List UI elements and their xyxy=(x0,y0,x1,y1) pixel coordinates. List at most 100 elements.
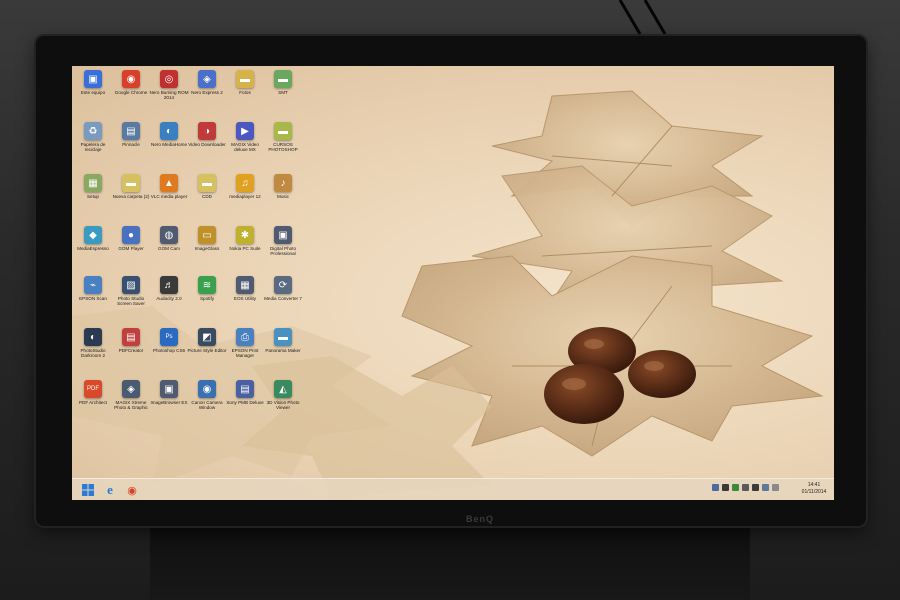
desktop-icon[interactable]: ▶ MAGIX Video deluxe MX xyxy=(224,122,266,152)
pdf-creator-icon: ▤ xyxy=(122,328,140,346)
desktop-icon-label: VLC media player xyxy=(150,194,188,199)
monitor-brand: BenQ xyxy=(466,514,495,524)
desktop-icon[interactable]: ◑ Video Downloader xyxy=(186,122,228,147)
desktop-icon-label: PhotoStudio Darkroom 2 xyxy=(80,348,106,358)
desktop-icon-label: CDD xyxy=(202,194,212,199)
desktop-icon[interactable]: ◉ Google Chrome xyxy=(110,70,152,95)
desktop-icon[interactable]: ▣ ImageBrowser EX xyxy=(148,380,190,405)
desktop-icon[interactable]: ◈ MAGIX Xtreme Photo & Graphic xyxy=(110,380,152,410)
taskbar-clock[interactable]: 14:41 01/11/2014 xyxy=(798,482,830,496)
desktop-icon[interactable]: ◐ Nero MediaHome xyxy=(148,122,190,147)
desktop-icon[interactable]: ▬ Fotos xyxy=(224,70,266,95)
desktop-icon-label: MAGIX Video deluxe MX xyxy=(231,142,259,152)
desktop-icon[interactable]: ▦ Setup xyxy=(72,174,114,199)
desktop-icon[interactable]: ◈ Nero Express 2 xyxy=(186,70,228,95)
desktop-icon-label: Canon Camera Window xyxy=(191,400,223,410)
style-editor-icon: ◩ xyxy=(198,328,216,346)
desktop-icon[interactable]: ▤ Sony PMB Deluxe xyxy=(224,380,266,405)
desktop-icon-label: MAGIX Xtreme Photo & Graphic xyxy=(114,400,148,410)
nero-express-icon: ◈ xyxy=(198,70,216,88)
desktop-icon[interactable]: ▬ SMT xyxy=(262,70,304,95)
desktop-icon-label: Panorama Maker xyxy=(265,348,301,353)
desktop-icon-label: Google Chrome xyxy=(114,90,148,95)
desktop-icon[interactable]: ◭ 3D Vision Photo Viewer xyxy=(262,380,304,410)
tray-icon[interactable] xyxy=(772,484,779,491)
desktop-icon-label: Setup xyxy=(86,194,99,199)
desktop-icon[interactable]: ◩ Picture Style Editor xyxy=(186,328,228,353)
desktop-icon[interactable]: ♻ Papelera de reciclaje xyxy=(72,122,114,152)
tray-icon[interactable] xyxy=(752,484,759,491)
photoshop-icon: Ps xyxy=(160,328,178,346)
desktop-icon[interactable]: ⎙ EPSON Print Manager xyxy=(224,328,266,358)
media-home-icon: ◐ xyxy=(160,122,178,140)
desktop-icon[interactable]: ♪ Music xyxy=(262,174,304,199)
music-icon: ♪ xyxy=(274,174,292,192)
desktop-icon[interactable]: ● GOM Player xyxy=(110,226,152,251)
desktop-icon[interactable]: ◆ MediaEspresso xyxy=(72,226,114,251)
desktop-icon[interactable]: ▬ Panorama Maker xyxy=(262,328,304,353)
folder-icon: ▬ xyxy=(274,122,292,140)
desktop-icon-label: Nero Express 2 xyxy=(191,90,223,95)
desktop-icon-label: ImageGlass xyxy=(194,246,220,251)
taskbar-internet-explorer[interactable]: e xyxy=(102,482,118,498)
desktop-icon[interactable]: ≋ Spotify xyxy=(186,276,228,301)
camera-utility-icon: ▦ xyxy=(236,276,254,294)
desktop-icon-label: Media Converter 7 xyxy=(264,296,302,301)
desktop-icon[interactable]: ♫ mediaplayer 12 xyxy=(224,174,266,199)
desktop-icon-label: EPSON Scan xyxy=(79,296,107,301)
desktop-icon-label: Nero Burning ROM 2014 xyxy=(149,90,189,100)
tray-icon[interactable] xyxy=(722,484,729,491)
folder-icon: ▬ xyxy=(198,174,216,192)
desktop-icon[interactable]: ◉ Canon Camera Window xyxy=(186,380,228,410)
monitor-stand xyxy=(150,526,750,600)
video-downloader-icon: ◑ xyxy=(198,122,216,140)
desktop-icon[interactable]: ▦ EOS Utility xyxy=(224,276,266,301)
start-button[interactable] xyxy=(80,482,96,498)
desktop-icon-label: GOM Cam xyxy=(158,246,180,251)
desktop-icon-label: Music xyxy=(277,194,289,199)
desktop-icon-label: PDFCreator xyxy=(118,348,144,353)
desktop-icon[interactable]: ▤ Pinnacle xyxy=(110,122,152,147)
desktop-icon-label: Sony PMB Deluxe xyxy=(226,400,264,405)
desktop-icon[interactable]: ◐ PhotoStudio Darkroom 2 xyxy=(72,328,114,358)
desktop-icon[interactable]: ▬ CURSOS PHOTOSHOP xyxy=(262,122,304,152)
desktop-icon[interactable]: ▭ ImageGlass xyxy=(186,226,228,251)
desktop-icon-label: EPSON Print Manager xyxy=(231,348,259,358)
pdf-architect-icon: PDF xyxy=(84,380,102,398)
desktop-icon[interactable]: ▬ CDD xyxy=(186,174,228,199)
taskbar: e ◉ 14:41 01/11/2014 xyxy=(72,478,834,500)
desktop-icon-label: Fotos xyxy=(239,90,251,95)
media-converter-icon: ⟳ xyxy=(274,276,292,294)
system-tray xyxy=(712,484,779,491)
image-browser-icon: ▣ xyxy=(160,380,178,398)
tray-icon[interactable] xyxy=(712,484,719,491)
desktop-icon-label: GOM Player xyxy=(118,246,144,251)
desktop-icon[interactable]: ◍ GOM Cam xyxy=(148,226,190,251)
desktop-icon[interactable]: ⟳ Media Converter 7 xyxy=(262,276,304,301)
taskbar-chrome[interactable]: ◉ xyxy=(124,482,140,498)
desktop-icon[interactable]: ⌁ EPSON Scan xyxy=(72,276,114,301)
tray-icon[interactable] xyxy=(732,484,739,491)
desktop-icon[interactable]: ✱ Nokia PC Suite xyxy=(224,226,266,251)
gom-cam-icon: ◍ xyxy=(160,226,178,244)
desktop-icon[interactable]: ▲ VLC media player xyxy=(148,174,190,199)
desktop-icon-label: Video Downloader xyxy=(188,142,226,147)
desktop-icon[interactable]: ▣ Este equipo xyxy=(72,70,114,95)
desktop-icon[interactable]: ▨ Photo Studio Screen Saver xyxy=(110,276,152,306)
desktop-icon[interactable]: ♬ Audacity 2.0 xyxy=(148,276,190,301)
windows-start-icon xyxy=(82,484,94,496)
desktop-icon[interactable]: Ps Photoshop CS6 xyxy=(148,328,190,353)
tray-icon[interactable] xyxy=(762,484,769,491)
desktop-icon[interactable]: ◎ Nero Burning ROM 2014 xyxy=(148,70,190,100)
desktop-icon[interactable]: ▤ PDFCreator xyxy=(110,328,152,353)
desktop-icon[interactable]: ▣ Digital Photo Professional xyxy=(262,226,304,256)
chrome-icon: ◉ xyxy=(127,484,137,497)
panorama-icon: ▬ xyxy=(274,328,292,346)
desktop-icon[interactable]: ▬ Nueva carpeta (2) xyxy=(110,174,152,199)
desktop-icon-label: Nero MediaHome xyxy=(151,142,187,147)
desktop-icon-label: Photoshop CS6 xyxy=(152,348,186,353)
desktop-icon-label: mediaplayer 12 xyxy=(229,194,261,199)
darkroom-icon: ◐ xyxy=(84,328,102,346)
tray-icon[interactable] xyxy=(742,484,749,491)
desktop-icon[interactable]: PDF PDF Architect xyxy=(72,380,114,405)
